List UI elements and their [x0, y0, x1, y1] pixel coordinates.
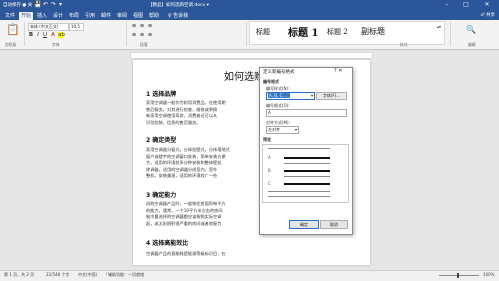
- dialog-title: 定义新编号格式: [263, 70, 295, 75]
- tab-help[interactable]: 帮助: [147, 12, 161, 20]
- preview-line: [284, 183, 330, 185]
- style-subtitle[interactable]: 副标题: [361, 26, 385, 37]
- word-count[interactable]: 22/548 个字: [46, 272, 69, 278]
- tab-file[interactable]: 文件: [3, 12, 17, 20]
- section-heading-3[interactable]: 3 确定能力: [146, 190, 176, 199]
- tab-review[interactable]: 审阅: [115, 12, 129, 20]
- bullets-icon[interactable]: ≡: [131, 23, 137, 29]
- autosave-toggle[interactable]: 自动保存 ● 关: [3, 2, 32, 8]
- preview-label-c: C: [268, 181, 271, 186]
- preview-line: [284, 157, 330, 159]
- paragraph-1[interactable]: 家用空调器一般作为耐用消费品，在使用期 售后服务，对其进行检查，维修或更换 新家…: [146, 100, 260, 126]
- tab-references[interactable]: 引用: [83, 12, 97, 20]
- zoom-slider-track[interactable]: [439, 275, 479, 276]
- dialog-help-close-icons[interactable]: ? ✕: [334, 68, 342, 74]
- preview-line: [284, 170, 330, 172]
- tab-mailings[interactable]: 邮件: [99, 12, 113, 20]
- style-heading[interactable]: 标题: [256, 27, 270, 37]
- numbering-icon[interactable]: ≡: [139, 23, 145, 29]
- font-name-select[interactable]: 宋体 (中文正文): [28, 23, 69, 31]
- ok-button[interactable]: 确定: [289, 220, 319, 229]
- search-icon[interactable]: 🔍: [466, 25, 476, 34]
- font-button[interactable]: 字体(F)...: [316, 92, 347, 100]
- accessibility-status[interactable]: 「辅助功能：一切就绪: [104, 272, 144, 278]
- font-group-label: 字体: [52, 42, 60, 47]
- preview-line: [284, 163, 330, 164]
- tell-me-search[interactable]: ♀ 告诉我: [165, 12, 191, 20]
- language-indicator[interactable]: 中文(中国): [78, 272, 97, 278]
- preview-label-b: B: [268, 168, 271, 173]
- horizontal-ruler[interactable]: [130, 52, 373, 59]
- ribbon-divider: [246, 22, 247, 46]
- style-heading-1[interactable]: 标题 1: [288, 24, 318, 39]
- tab-layout[interactable]: 布局: [67, 12, 81, 20]
- preview-line: [284, 176, 330, 177]
- underline-button[interactable]: U: [42, 32, 48, 38]
- paragraph-3[interactable]: 选购空调器产品时，一般按住房面积每平方 的能力，通常，一个10平方米左右的房间 …: [146, 201, 260, 227]
- document-heading[interactable]: 如何选购: [224, 68, 264, 83]
- ribbon-tabs: 文件 开始 插入 设计 布局 引用 邮件 审阅 视图 帮助 ♀ 告诉我: [0, 11, 499, 20]
- paragraph-2[interactable]: 家用空调器分窗式，分体挂壁式，分体落地式 窗户或楼宇的空调窗口安装，简单安装方便…: [146, 147, 260, 180]
- zoom-slider-thumb[interactable]: [457, 273, 459, 278]
- document-title: 【精品】如何选购空调.docx ▾: [148, 3, 209, 8]
- tab-view[interactable]: 视图: [131, 12, 145, 20]
- minimize-button[interactable]: –: [440, 1, 454, 8]
- align-center-icon[interactable]: ≡: [139, 32, 145, 38]
- align-left-icon[interactable]: ≡: [131, 32, 137, 38]
- preview-line: [268, 196, 330, 197]
- status-bar: [0, 270, 499, 281]
- number-style-select[interactable]: A, B, C, ... ▾: [266, 92, 315, 100]
- redo-icon[interactable]: ↷: [51, 1, 56, 8]
- customize-quick-access-icon[interactable]: ▾: [59, 1, 62, 8]
- font-size-select[interactable]: 10.5: [69, 23, 84, 31]
- ribbon-divider: [24, 22, 25, 46]
- save-icon[interactable]: 💾: [34, 1, 41, 8]
- font-color-icon[interactable]: A: [50, 32, 56, 38]
- paste-icon[interactable]: 📋: [6, 23, 20, 36]
- tab-home[interactable]: 开始: [19, 12, 33, 20]
- tab-insert[interactable]: 插入: [35, 12, 49, 20]
- cancel-button[interactable]: 取消: [320, 220, 348, 229]
- clipboard-group-label: 剪贴板: [5, 42, 17, 47]
- share-button[interactable]: ♂ 共享: [481, 12, 495, 18]
- style-heading-2[interactable]: 标题 2: [327, 27, 348, 37]
- zoom-level[interactable]: 100%: [483, 272, 494, 277]
- title-bar: 自动保存 ● 关 💾 ↶ ↷ ▾ 【精品】如何选购空调.docx ▾ – □ ✕: [0, 0, 499, 11]
- multilevel-list-icon[interactable]: ≡: [147, 23, 153, 29]
- page-count[interactable]: 第 1 页，共 2 页: [4, 272, 34, 278]
- maximize-button[interactable]: □: [459, 1, 473, 8]
- undo-icon[interactable]: ↶: [43, 1, 48, 8]
- ribbon-divider: [450, 22, 451, 46]
- tab-design[interactable]: 设计: [51, 12, 65, 20]
- preview-label: 预览: [263, 137, 271, 142]
- align-right-icon[interactable]: ≡: [147, 32, 153, 38]
- preview-label-a: A: [268, 155, 271, 160]
- number-format-input[interactable]: A: [266, 109, 347, 117]
- italic-button[interactable]: I: [35, 32, 41, 38]
- styles-group-label: 样式: [400, 42, 408, 47]
- editing-group-label: 编辑: [468, 42, 476, 47]
- section-heading-1[interactable]: 1 选择品牌: [146, 89, 176, 98]
- styles-scroll-icon[interactable]: ▴▾: [436, 24, 442, 29]
- close-window-button[interactable]: ✕: [480, 1, 494, 8]
- highlight-icon[interactable]: ab: [58, 32, 65, 38]
- preview-pane: [262, 144, 349, 203]
- ribbon-divider: [126, 22, 127, 46]
- paragraph-group-label: 段落: [140, 42, 148, 47]
- alignment-select[interactable]: 左对齐 ▾: [266, 126, 299, 134]
- bold-button[interactable]: B: [28, 32, 34, 38]
- preview-line: [268, 148, 330, 149]
- paragraph-4[interactable]: 空调器产品的直能耗是能源等级标识目，在: [146, 251, 346, 258]
- section-heading-4[interactable]: 4 选择高能效比: [146, 238, 188, 247]
- section-number-format-label: 编号格式: [263, 79, 279, 84]
- section-heading-2[interactable]: 2 确定类型: [146, 135, 176, 144]
- preview-line: [268, 191, 330, 192]
